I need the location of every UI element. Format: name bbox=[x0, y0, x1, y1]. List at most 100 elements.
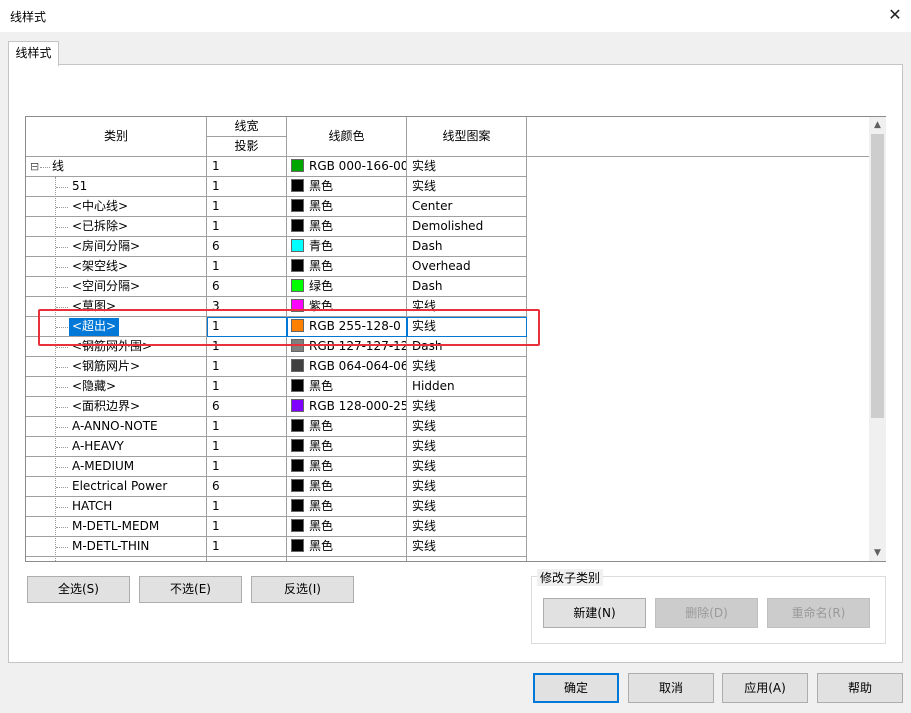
table-row[interactable]: <已拆除> 1 黑色 Demolished bbox=[26, 217, 527, 237]
table-row[interactable]: <架空线> 1 黑色 Overhead bbox=[26, 257, 527, 277]
line-color-cell[interactable]: 黑色 bbox=[287, 217, 407, 237]
table-row[interactable]: Electrical Power 6 黑色 实线 bbox=[26, 477, 527, 497]
color-label: 黑色 bbox=[309, 539, 334, 553]
line-pattern-cell[interactable]: Demolished bbox=[407, 217, 527, 237]
help-button[interactable]: 帮助 bbox=[817, 673, 903, 703]
line-weight-cell[interactable]: 1 bbox=[207, 197, 287, 217]
line-weight-cell[interactable]: 1 bbox=[207, 437, 287, 457]
select-all-button[interactable]: 全选(S) bbox=[27, 576, 130, 603]
line-pattern-cell[interactable]: Dash bbox=[407, 277, 527, 297]
tree-connector bbox=[56, 507, 68, 508]
table-row[interactable]: A-HEAVY 1 黑色 实线 bbox=[26, 437, 527, 457]
line-pattern-cell[interactable]: 实线 bbox=[407, 417, 527, 437]
table-row[interactable]: <隐藏> 1 黑色 Hidden bbox=[26, 377, 527, 397]
tab-line-styles[interactable]: 线样式 bbox=[8, 41, 59, 66]
table-row[interactable]: <房间分隔> 6 青色 Dash bbox=[26, 237, 527, 257]
line-color-cell[interactable]: 黑色 bbox=[287, 257, 407, 277]
apply-button[interactable]: 应用(A) bbox=[722, 673, 808, 703]
delete-subcategory-button[interactable]: 删除(D) bbox=[655, 598, 758, 628]
close-icon[interactable]: ✕ bbox=[884, 4, 906, 26]
tree-connector bbox=[56, 407, 68, 408]
table-row[interactable]: M-DETL-MEDM 1 黑色 实线 bbox=[26, 517, 527, 537]
line-color-cell[interactable]: RGB 128-000-255 bbox=[287, 397, 407, 417]
line-pattern-cell[interactable]: 实线 bbox=[407, 457, 527, 477]
header-category[interactable]: 类别 bbox=[26, 117, 207, 157]
table-row[interactable]: M-DETL-THIN 1 黑色 实线 bbox=[26, 537, 527, 557]
line-weight-cell[interactable]: 6 bbox=[207, 277, 287, 297]
tree-connector bbox=[56, 187, 68, 188]
table-row[interactable]: <中心线> 1 黑色 Center bbox=[26, 197, 527, 217]
collapse-icon[interactable]: ⊟ bbox=[30, 157, 39, 176]
line-weight-cell[interactable]: 6 bbox=[207, 237, 287, 257]
header-projection[interactable]: 投影 bbox=[207, 137, 287, 157]
line-weight-cell[interactable]: 1 bbox=[207, 457, 287, 477]
line-color-cell[interactable]: 青色 bbox=[287, 237, 407, 257]
line-pattern-cell[interactable]: 实线 bbox=[407, 477, 527, 497]
line-weight-cell[interactable]: 1 bbox=[207, 177, 287, 197]
line-weight-cell[interactable]: 1 bbox=[207, 537, 287, 557]
line-color-cell[interactable]: 绿色 bbox=[287, 277, 407, 297]
line-color-cell[interactable]: 黑色 bbox=[287, 537, 407, 557]
color-label: 黑色 bbox=[309, 199, 334, 213]
line-pattern-cell[interactable]: 实线 bbox=[407, 497, 527, 517]
scroll-down-icon[interactable]: ▼ bbox=[869, 545, 886, 562]
scroll-thumb[interactable] bbox=[871, 134, 884, 418]
category-name: A-HEAVY bbox=[72, 439, 124, 453]
line-pattern-cell[interactable]: 实线 bbox=[407, 397, 527, 417]
line-color-cell[interactable]: 黑色 bbox=[287, 497, 407, 517]
table-row[interactable]: <面积边界> 6 RGB 128-000-255 实线 bbox=[26, 397, 527, 417]
line-weight-cell[interactable]: 6 bbox=[207, 397, 287, 417]
scroll-up-icon[interactable]: ▲ bbox=[869, 117, 886, 134]
header-line-color[interactable]: 线颜色 bbox=[287, 117, 407, 157]
line-pattern-cell[interactable]: 实线 bbox=[407, 517, 527, 537]
table-row[interactable]: A-MEDIUM 1 黑色 实线 bbox=[26, 457, 527, 477]
line-pattern-cell[interactable]: Overhead bbox=[407, 257, 527, 277]
header-line-pattern[interactable]: 线型图案 bbox=[407, 117, 527, 157]
select-none-button[interactable]: 不选(E) bbox=[139, 576, 242, 603]
table-row[interactable]: <空间分隔> 6 绿色 Dash bbox=[26, 277, 527, 297]
line-weight-cell[interactable]: 1 bbox=[207, 497, 287, 517]
line-color-cell[interactable]: 黑色 bbox=[287, 517, 407, 537]
line-weight-cell[interactable]: 1 bbox=[207, 517, 287, 537]
ok-button[interactable]: 确定 bbox=[533, 673, 619, 703]
line-pattern-cell[interactable]: Center bbox=[407, 197, 527, 217]
line-color-cell[interactable]: RGB 064-064-064 bbox=[287, 357, 407, 377]
table-row-root[interactable]: ⊟ 线 1 RGB 000-166-000 实线 bbox=[26, 157, 527, 177]
line-weight-cell[interactable]: 1 bbox=[207, 417, 287, 437]
line-color-cell[interactable]: 黑色 bbox=[287, 457, 407, 477]
color-label: 黑色 bbox=[309, 259, 334, 273]
color-label: 青色 bbox=[309, 239, 334, 253]
line-weight-cell[interactable]: 1 bbox=[207, 157, 287, 177]
table-row[interactable]: 51 1 黑色 实线 bbox=[26, 177, 527, 197]
invert-selection-button[interactable]: 反选(I) bbox=[251, 576, 354, 603]
line-color-cell[interactable]: 黑色 bbox=[287, 477, 407, 497]
line-pattern-cell[interactable]: Dash bbox=[407, 237, 527, 257]
line-pattern-cell[interactable]: 实线 bbox=[407, 437, 527, 457]
table-row[interactable]: HATCH 1 黑色 实线 bbox=[26, 497, 527, 517]
line-weight-cell[interactable]: 1 bbox=[207, 357, 287, 377]
table-row[interactable]: <钢筋网片> 1 RGB 064-064-064 实线 bbox=[26, 357, 527, 377]
line-weight-cell[interactable]: 1 bbox=[207, 257, 287, 277]
cancel-button[interactable]: 取消 bbox=[628, 673, 714, 703]
line-color-cell[interactable] bbox=[287, 557, 407, 561]
rename-subcategory-button[interactable]: 重命名(R) bbox=[767, 598, 870, 628]
line-pattern-cell[interactable]: 实线 bbox=[407, 537, 527, 557]
line-weight-cell[interactable] bbox=[207, 557, 287, 561]
line-weight-cell[interactable]: 1 bbox=[207, 377, 287, 397]
line-pattern-cell[interactable]: 实线 bbox=[407, 357, 527, 377]
line-pattern-cell[interactable]: 实线 bbox=[407, 177, 527, 197]
line-color-cell[interactable]: 黑色 bbox=[287, 197, 407, 217]
line-pattern-cell[interactable] bbox=[407, 557, 527, 561]
line-color-cell[interactable]: 黑色 bbox=[287, 417, 407, 437]
line-pattern-cell[interactable]: 实线 bbox=[407, 157, 527, 177]
table-row[interactable]: A-ANNO-NOTE 1 黑色 实线 bbox=[26, 417, 527, 437]
line-color-cell[interactable]: 黑色 bbox=[287, 377, 407, 397]
line-color-cell[interactable]: RGB 000-166-000 bbox=[287, 157, 407, 177]
new-subcategory-button[interactable]: 新建(N) bbox=[543, 598, 646, 628]
table-row[interactable] bbox=[26, 557, 527, 561]
line-color-cell[interactable]: 黑色 bbox=[287, 177, 407, 197]
line-weight-cell[interactable]: 1 bbox=[207, 217, 287, 237]
line-weight-cell[interactable]: 6 bbox=[207, 477, 287, 497]
line-pattern-cell[interactable]: Hidden bbox=[407, 377, 527, 397]
line-color-cell[interactable]: 黑色 bbox=[287, 437, 407, 457]
